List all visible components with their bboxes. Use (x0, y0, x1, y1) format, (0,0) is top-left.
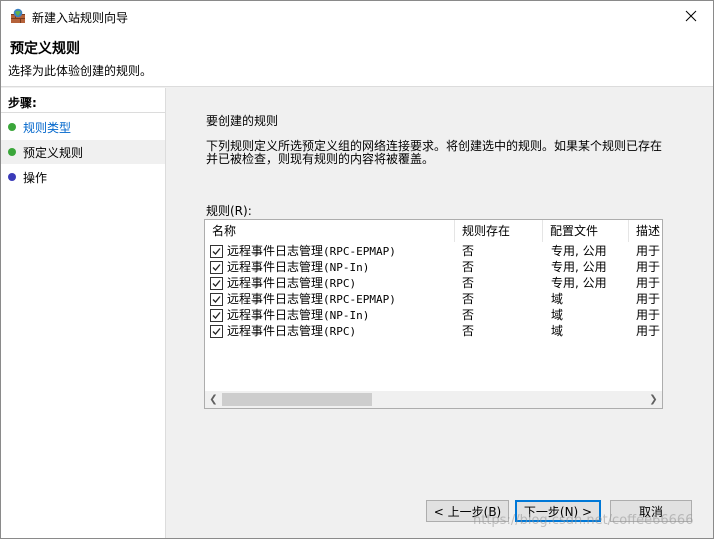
rule-name-prefix: 远程事件日志管理 (227, 244, 324, 258)
rules-label: 规则(R): (206, 204, 252, 218)
table-row[interactable]: 远程事件日志管理(RPC-EPMAP) 否 域 用于 (205, 291, 662, 307)
rule-checkbox[interactable] (210, 261, 223, 274)
step-action: 操作 (1, 165, 165, 189)
table-row[interactable]: 远程事件日志管理(NP-In) 否 域 用于 (205, 307, 662, 323)
scroll-left-icon[interactable]: ❮ (205, 391, 222, 408)
rule-exists: 否 (462, 292, 475, 306)
rule-exists: 否 (462, 244, 475, 258)
table-row[interactable]: 远程事件日志管理(NP-In) 否 专用, 公用 用于 (205, 259, 662, 275)
steps-header: 步骤: (8, 96, 37, 110)
rule-name-prefix: 远程事件日志管理 (227, 260, 324, 274)
title-bar[interactable]: 新建入站规则向导 (1, 1, 713, 31)
rule-profile: 域 (551, 308, 564, 322)
rule-name-suffix: (RPC) (323, 277, 357, 290)
close-icon (685, 10, 697, 22)
table-row[interactable]: 远程事件日志管理(RPC-EPMAP) 否 专用, 公用 用于 (205, 243, 662, 259)
rule-name: 远程事件日志管理(NP-In) (227, 259, 455, 275)
rule-name-suffix: (RPC-EPMAP) (323, 293, 396, 306)
step-label: 预定义规则 (23, 145, 84, 160)
rules-list[interactable]: 名称 规则存在 配置文件 描述 远程事件日志管理(RPC-EPMAP) 否专用, … (204, 219, 663, 409)
rule-name-prefix: 远程事件日志管理 (227, 292, 324, 306)
step-current-dot-icon (8, 148, 16, 156)
horizontal-scrollbar[interactable]: ❮ ❯ (205, 391, 662, 408)
rule-description: 用于 (636, 308, 661, 322)
step-label: 操作 (23, 170, 48, 185)
list-header: 名称 规则存在 配置文件 描述 (205, 220, 662, 242)
page-subtitle: 选择为此体验创建的规则。 (8, 64, 153, 78)
rule-description: 用于 (636, 260, 661, 274)
column-header-exists[interactable]: 规则存在 (455, 220, 543, 242)
rule-name-suffix: (NP-In) (323, 261, 370, 274)
rule-name-suffix: (RPC-EPMAP) (323, 245, 396, 258)
scroll-thumb[interactable] (222, 393, 372, 406)
rule-checkbox[interactable] (210, 325, 223, 338)
wizard-window: 新建入站规则向导 预定义规则 选择为此体验创建的规则。 步骤: 规则类型 预定义… (0, 0, 714, 539)
column-header-description[interactable]: 描述 (629, 220, 662, 242)
step-done-dot-icon (8, 123, 16, 131)
steps-pane: 步骤: 规则类型 预定义规则 操作 (1, 88, 166, 538)
column-header-name[interactable]: 名称 (205, 220, 455, 242)
scroll-right-icon[interactable]: ❯ (645, 391, 662, 408)
rule-name-suffix: (NP-In) (323, 309, 370, 322)
rule-profile: 专用, 公用 (551, 276, 607, 290)
rule-exists: 否 (462, 324, 475, 338)
watermark: https://blog.csdn.net/coffee66666 (473, 513, 694, 528)
rule-checkbox[interactable] (210, 245, 223, 258)
rule-description: 用于 (636, 276, 661, 290)
rule-name: 远程事件日志管理(RPC) (227, 275, 455, 291)
content-description: 下列规则定义所选预定义组的网络连接要求。将创建选中的规则。如果某个规则已存在并已… (206, 139, 663, 166)
rule-exists: 否 (462, 276, 475, 290)
rule-checkbox[interactable] (210, 309, 223, 322)
step-label[interactable]: 规则类型 (23, 119, 71, 136)
rule-name: 远程事件日志管理(RPC-EPMAP) (227, 291, 455, 307)
table-row[interactable]: 远程事件日志管理(RPC) 否 专用, 公用 用于 (205, 275, 662, 291)
rule-profile: 域 (551, 324, 564, 338)
rule-profile: 专用, 公用 (551, 260, 607, 274)
rule-name-prefix: 远程事件日志管理 (227, 324, 324, 338)
rule-profile: 域 (551, 292, 564, 306)
table-row[interactable]: 远程事件日志管理(RPC) 否 域 用于 (205, 323, 662, 339)
page-title: 预定义规则 (10, 41, 80, 57)
window-title: 新建入站规则向导 (32, 11, 129, 25)
step-rule-type[interactable]: 规则类型 (1, 115, 165, 139)
steps-divider (1, 112, 165, 113)
wizard-header: 预定义规则 选择为此体验创建的规则。 (1, 31, 713, 87)
step-predefined-rules: 预定义规则 (1, 140, 165, 164)
rule-name: 远程事件日志管理(NP-In) (227, 307, 455, 323)
content-heading: 要创建的规则 (206, 114, 279, 128)
step-pending-dot-icon (8, 173, 16, 181)
close-button[interactable] (669, 1, 713, 31)
rule-description: 用于 (636, 292, 661, 306)
column-header-profile[interactable]: 配置文件 (543, 220, 629, 242)
rule-exists: 否 (462, 308, 475, 322)
rule-description: 用于 (636, 244, 661, 258)
rule-checkbox[interactable] (210, 293, 223, 306)
rule-name-suffix: (RPC) (323, 325, 357, 338)
rule-name: 远程事件日志管理(RPC) (227, 323, 455, 339)
rule-exists: 否 (462, 260, 475, 274)
rule-description: 用于 (636, 324, 661, 338)
rule-profile: 专用, 公用 (551, 244, 607, 258)
firewall-wizard-icon (10, 8, 26, 24)
rule-name-prefix: 远程事件日志管理 (227, 308, 324, 322)
rule-checkbox[interactable] (210, 277, 223, 290)
content-pane: 要创建的规则 下列规则定义所选预定义组的网络连接要求。将创建选中的规则。如果某个… (167, 88, 713, 538)
rule-name: 远程事件日志管理(RPC-EPMAP) (227, 243, 455, 259)
rule-name-prefix: 远程事件日志管理 (227, 276, 324, 290)
